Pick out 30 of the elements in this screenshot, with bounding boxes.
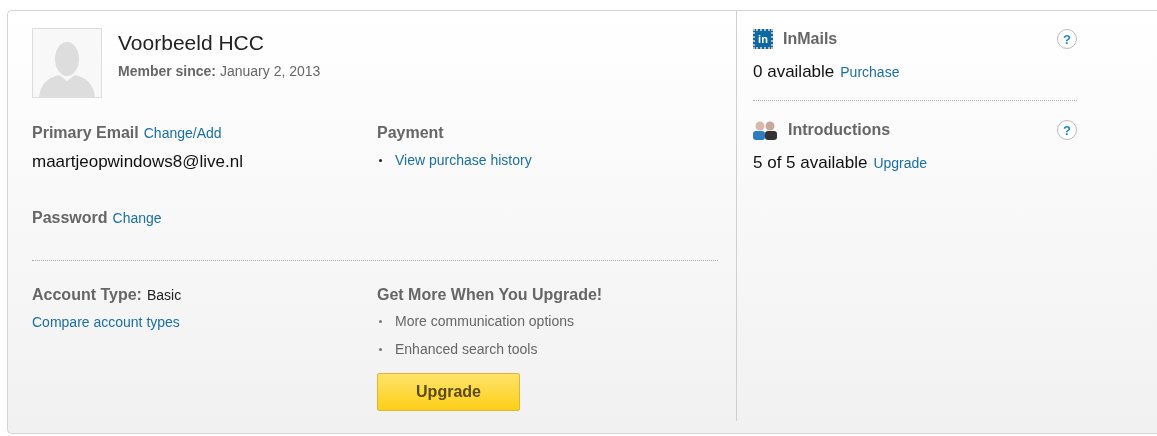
- bullet-icon: [379, 347, 382, 351]
- avatar-icon: [32, 28, 102, 98]
- help-icon[interactable]: ?: [1057, 29, 1077, 49]
- benefit-text: More communication options: [395, 313, 574, 329]
- email-value: maartjeopwindows8@live.nl: [32, 152, 244, 172]
- upgrade-button[interactable]: Upgrade: [377, 373, 520, 411]
- benefit-text: Enhanced search tools: [395, 341, 538, 357]
- bullet-icon: [379, 319, 382, 323]
- password-label: Password: [32, 209, 108, 227]
- bullet-icon: [379, 158, 382, 162]
- logo-icon: in: [753, 29, 773, 49]
- compare-account-link[interactable]: Compare account types: [32, 314, 180, 330]
- purchase-link[interactable]: Purchase: [840, 64, 900, 80]
- availability-text: 0 available: [753, 62, 835, 82]
- account-type-label: Account Type:: [32, 286, 142, 304]
- purchase-history-link[interactable]: View purchase history: [395, 152, 532, 168]
- upgrade-link[interactable]: Upgrade: [873, 155, 928, 171]
- account-type-value: Basic: [146, 287, 182, 303]
- feature-title: Introductions: [788, 121, 892, 139]
- upgrade-title: Get More When You Upgrade!: [377, 286, 603, 303]
- profile-name: Voorbeeld HCC: [118, 31, 265, 55]
- help-icon[interactable]: ?: [1057, 120, 1077, 140]
- people-icon: [753, 120, 778, 140]
- availability-text: 5 of 5 available: [753, 153, 868, 173]
- change-email-link[interactable]: Change/Add: [143, 125, 222, 141]
- feature-title: InMails: [783, 30, 839, 48]
- change-password-link[interactable]: Change: [112, 210, 162, 226]
- member-since: Member since: January 2, 2013: [118, 63, 321, 79]
- email-label: Primary Email: [32, 124, 139, 142]
- payment-title: Payment: [377, 124, 444, 141]
